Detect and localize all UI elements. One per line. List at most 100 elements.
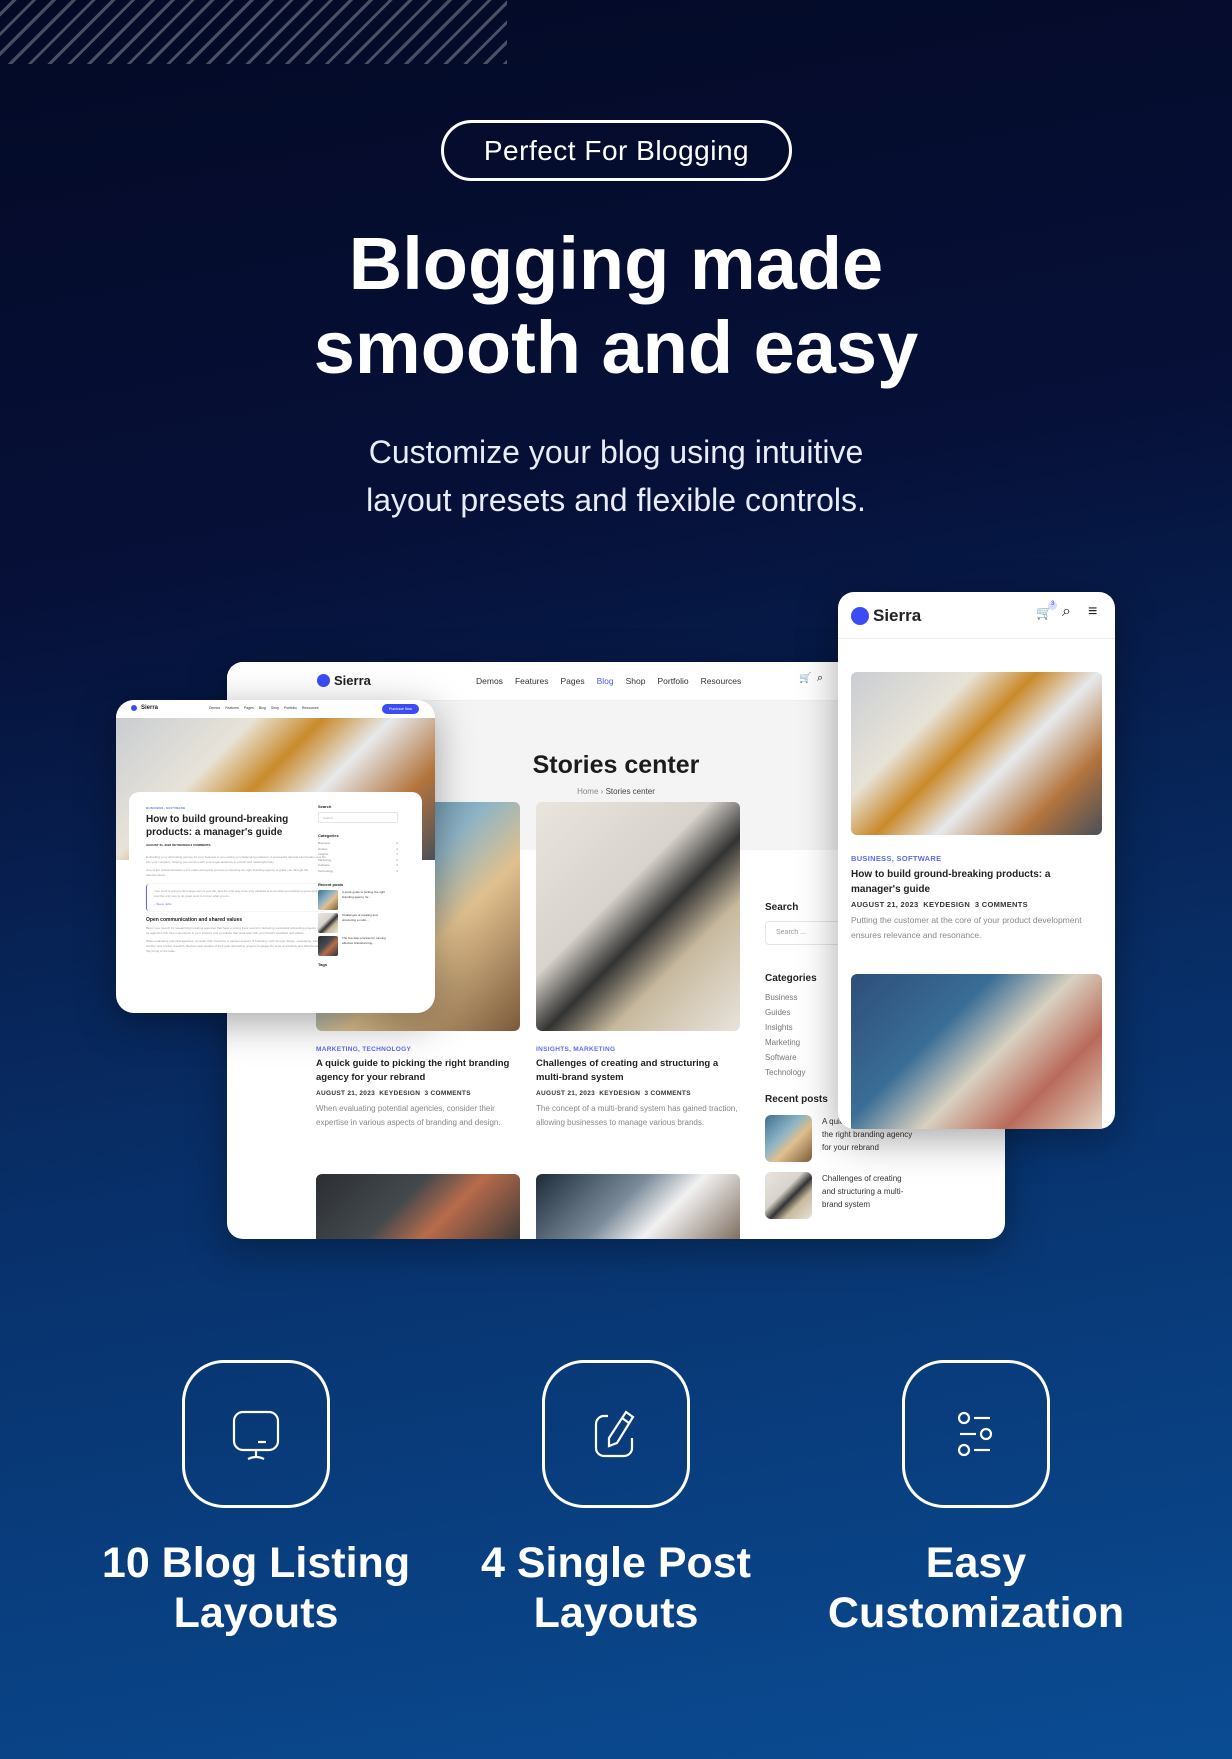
post-thumbnail[interactable] (536, 1174, 740, 1239)
menu-icon[interactable]: ≡ (1088, 603, 1097, 621)
sidebar-categories-title: Categories (318, 833, 339, 838)
post-title[interactable]: A quick guide to picking the right brand… (316, 1057, 520, 1085)
post-date: AUGUST 21, 2023 (851, 900, 919, 909)
nav-item-pages[interactable]: Pages (244, 706, 254, 710)
recent-post[interactable]: Challenges of creating and structuring a… (765, 1172, 965, 1219)
post-author[interactable]: KEYDESIGN (379, 1090, 420, 1097)
brand-logo[interactable]: Sierra (131, 705, 158, 711)
mobile-navbar: Sierra 🛒 3 ⌕ ≡ (838, 592, 1115, 639)
edit-icon (594, 1410, 635, 1458)
nav-item-resources[interactable]: Resources (701, 676, 742, 686)
post-paragraph: Begin your search by researching brandin… (146, 926, 324, 935)
post-thumbnail[interactable] (851, 974, 1102, 1129)
nav-item-shop[interactable]: Shop (271, 706, 279, 710)
post-title[interactable]: How to build ground-breaking products: a… (851, 867, 1102, 897)
feature-edit-box (542, 1360, 690, 1508)
post-paragraph: When evaluating potential agencies, cons… (146, 939, 322, 953)
desktop-nav: Demos Features Pages Blog Shop Portfolio Resou… (476, 676, 741, 686)
post-paragraph: Embarking on a rebranding journey for yo… (146, 855, 326, 864)
single-sidebar: Search Search ... Categories Business 2 Gu… (318, 804, 398, 967)
search-icon[interactable]: ⌕ (817, 672, 823, 685)
nav-item-demos[interactable]: Demos (476, 676, 503, 686)
post-comments[interactable]: 3 COMMENTS (645, 1090, 691, 1097)
recent-post[interactable]: The five-step process for running effect… (318, 936, 398, 956)
section-badge: Perfect For Blogging (441, 120, 792, 181)
purchase-button[interactable]: Purchase Now (382, 704, 419, 714)
nav-item-resources[interactable]: Resources (302, 706, 319, 710)
cart-icon[interactable]: 🛒 3 (1036, 601, 1058, 621)
category-name: Technology (318, 868, 334, 873)
recent-post[interactable]: Challenges of creating and structuring a… (318, 913, 398, 933)
recent-post-thumbnail[interactable] (318, 913, 338, 933)
nav-item-portfolio[interactable]: Portfolio (284, 706, 297, 710)
nav-item-demos[interactable]: Demos (209, 706, 220, 710)
post-card: MARKETING, TECHNOLOGY A quick guide to p… (316, 1046, 520, 1130)
recent-post-title[interactable]: Challenges of creating and structuring a… (822, 1172, 917, 1219)
breadcrumb-home[interactable]: Home (577, 787, 598, 796)
feature-sliders-box (902, 1360, 1050, 1508)
category-link[interactable]: Technology 2 (318, 869, 398, 875)
mobile-mockup: Sierra 🛒 3 ⌕ ≡ BUSINESS, SOFTWARE How to … (838, 592, 1115, 1129)
quote-author: – Steve Jobs (154, 902, 172, 906)
recent-post-thumbnail[interactable] (318, 936, 338, 956)
post-author[interactable]: KEYDESIGN (923, 900, 970, 909)
recent-post-title[interactable]: A quick guide to picking the right brand… (342, 890, 387, 910)
post-paragraph: One of the critical decisions you'll mak… (146, 868, 309, 877)
sidebar-recent-title: Recent posts (318, 882, 344, 887)
feature-label: 4 Single Post Layouts (480, 1539, 751, 1637)
post-date: AUGUST 21, 2023 (316, 1090, 376, 1097)
post-excerpt: The concept of a multi-brand system has … (536, 1104, 738, 1127)
sidebar-search-title: Search (318, 804, 332, 809)
search-icon[interactable]: ⌕ (1062, 603, 1071, 621)
post-category[interactable]: MARKETING, TECHNOLOGY (316, 1046, 520, 1053)
breadcrumb-sep: › (600, 787, 604, 796)
blockquote: Your work is going to fill a large part … (146, 884, 326, 911)
decorative-stripes (0, 0, 507, 64)
feature-label: Easy Customization (827, 1539, 1125, 1637)
brand-logo[interactable]: Sierra (851, 606, 921, 626)
post-title[interactable]: Challenges of creating and structuring a… (536, 1057, 740, 1085)
post-thumbnail[interactable] (316, 1174, 520, 1239)
post-title: How to build ground-breaking products: a… (146, 814, 289, 838)
post-author[interactable]: KEYDESIGN (599, 1090, 640, 1097)
recent-post-title[interactable]: The five-step process for running effect… (342, 936, 387, 956)
brand-logo[interactable]: Sierra (317, 673, 371, 688)
post-comments[interactable]: 3 COMMENTS (425, 1090, 471, 1097)
nav-item-portfolio[interactable]: Portfolio (657, 676, 688, 686)
cart-icon[interactable]: 🛒 (799, 673, 811, 684)
page-subtitle: Customize your blog using intuitive layou… (366, 434, 866, 518)
nav-item-features[interactable]: Features (515, 676, 549, 686)
sliders-icon (957, 1411, 993, 1457)
single-navbar: Sierra Demos Features Pages Blog Shop Portfol… (116, 700, 435, 718)
nav-item-shop[interactable]: Shop (626, 676, 646, 686)
recent-post-thumbnail[interactable] (318, 890, 338, 910)
page-title: Blogging made smooth and easy (313, 222, 919, 389)
breadcrumb-current: Stories center (605, 787, 655, 796)
single-post-content: BUSINESS, SOFTWARE How to build ground-b… (129, 792, 422, 1013)
post-date: AUGUST 21, 2023 (536, 1090, 596, 1097)
post-excerpt: Putting the customer at the core of your… (851, 915, 1082, 940)
post-thumbnail[interactable] (851, 672, 1102, 835)
nav-item-blog[interactable]: Blog (259, 706, 266, 710)
recent-post-thumbnail[interactable] (765, 1172, 812, 1219)
post-comments[interactable]: 3 COMMENTS (975, 900, 1028, 909)
sidebar-tags-title: Tags (318, 962, 328, 967)
monitor-icon (232, 1410, 280, 1460)
post-card: INSIGHTS, MARKETING Challenges of creati… (536, 1046, 740, 1130)
mobile-post: BUSINESS, SOFTWARE How to build ground-b… (851, 854, 1102, 943)
sidebar-search-input[interactable]: Search ... (318, 812, 398, 823)
quote-text: Your work is going to fill a large part … (154, 889, 319, 898)
single-post-mockup: Sierra Demos Features Pages Blog Shop Portfol… (116, 700, 435, 1013)
recent-post[interactable]: A quick guide to picking the right brand… (318, 890, 398, 910)
post-category[interactable]: INSIGHTS, MARKETING (536, 1046, 740, 1053)
nav-item-features[interactable]: Features (225, 706, 239, 710)
category-count: 2 (396, 868, 398, 873)
post-excerpt: When evaluating potential agencies, cons… (316, 1104, 501, 1127)
recent-post-title[interactable]: Challenges of creating and structuring a… (342, 913, 387, 933)
feature-label: 10 Blog Listing Layouts (101, 1539, 411, 1637)
post-thumbnail[interactable] (536, 802, 740, 1031)
post-category[interactable]: BUSINESS, SOFTWARE (851, 854, 1102, 863)
nav-item-blog[interactable]: Blog (597, 676, 614, 686)
recent-post-thumbnail[interactable] (765, 1115, 812, 1162)
nav-item-pages[interactable]: Pages (560, 676, 584, 686)
